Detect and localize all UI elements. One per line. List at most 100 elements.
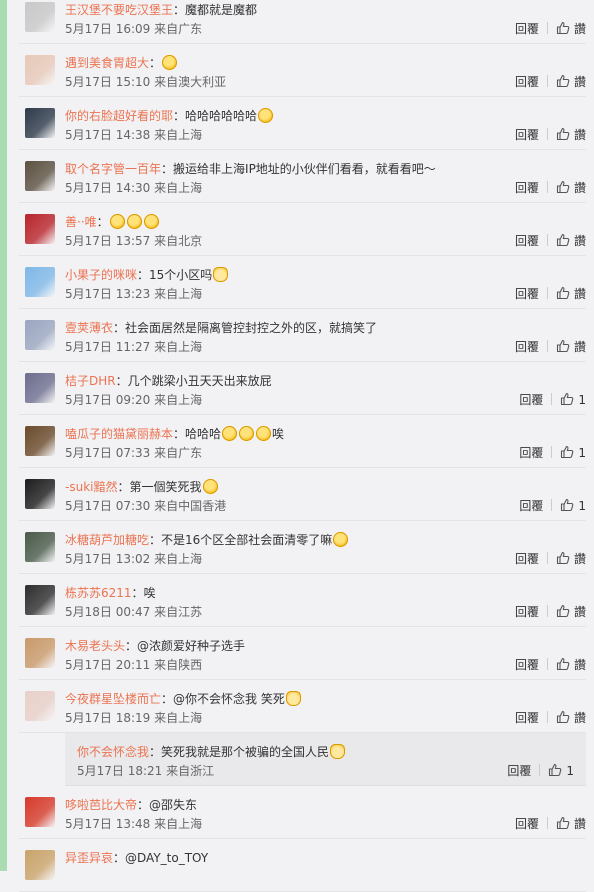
username-link[interactable]: 取个名字管一百年 [65, 162, 161, 176]
thumbs-up-icon [556, 286, 570, 300]
reply-button[interactable]: 回覆 [519, 445, 543, 461]
like-button[interactable]: 讚 [556, 604, 586, 619]
thumbs-up-icon [561, 392, 574, 406]
avatar[interactable] [25, 850, 55, 880]
username-link[interactable]: 嗑瓜子的猫黛丽赫本 [65, 427, 173, 441]
username-link[interactable]: -suki黯然 [65, 480, 117, 494]
like-button[interactable]: 讚 [556, 180, 586, 195]
avatar[interactable] [25, 161, 55, 191]
avatar[interactable] [25, 585, 55, 615]
like-button[interactable]: 讚 [556, 816, 586, 831]
comment-location: 来自上海 [154, 287, 203, 301]
comment-location: 来自上海 [154, 393, 203, 407]
reply-button[interactable]: 回覆 [515, 21, 539, 37]
comment-location: 来自上海 [154, 817, 203, 831]
comment-actions: 回覆 讚 [515, 74, 586, 90]
reply-button[interactable]: 回覆 [515, 604, 539, 620]
comment-date: 5月17日 14:38 [65, 128, 151, 142]
comment-date: 5月17日 13:57 [65, 234, 151, 248]
avatar[interactable] [25, 479, 55, 509]
action-divider [546, 605, 548, 617]
username-link[interactable]: 你的右脸超好看的耶 [65, 109, 173, 123]
reply-button[interactable]: 回覆 [515, 710, 539, 726]
username-link[interactable]: 壹荚薄衣 [65, 321, 113, 335]
username-link[interactable]: 异歪异哀 [65, 851, 113, 865]
avatar[interactable] [25, 638, 55, 668]
colon-separator: ： [149, 533, 162, 547]
comment-text: @DAY_to_TOY [125, 851, 209, 865]
avatar[interactable] [25, 373, 55, 403]
avatar[interactable] [25, 691, 55, 721]
comment-item: 哆啦芭比大帝：@邵失东 5月17日 13:48 来自上海 回覆 讚 [19, 786, 586, 839]
reply-button[interactable]: 回覆 [515, 657, 539, 673]
action-divider [546, 658, 548, 670]
comment-actions: 回覆 讚 [515, 604, 586, 620]
reply-button[interactable]: 回覆 [515, 180, 539, 196]
reply-button[interactable]: 回覆 [515, 286, 539, 302]
reply-button[interactable]: 回覆 [515, 74, 539, 90]
avatar[interactable] [25, 2, 55, 32]
comment-date: 5月17日 20:11 [65, 658, 151, 672]
comment-text: 不是16个区全部社会面清零了嘛 [161, 533, 333, 547]
action-divider [551, 393, 553, 405]
comment-body: 异歪异哀：@DAY_to_TOY [65, 850, 208, 866]
thumbs-up-icon [556, 74, 570, 88]
like-button[interactable]: 讚 [556, 286, 586, 301]
avatar[interactable] [25, 214, 55, 244]
like-button[interactable]: 讚 [556, 657, 586, 672]
like-button[interactable]: 1 [560, 445, 586, 460]
thumbs-up-icon [561, 498, 574, 512]
comment-location: 来自北京 [154, 234, 203, 248]
reply-button[interactable]: 回覆 [515, 233, 539, 249]
reply-button[interactable]: 回覆 [515, 127, 539, 143]
comment-date: 5月17日 18:19 [65, 711, 151, 725]
like-button[interactable]: 讚 [556, 233, 586, 248]
thumbs-up-icon [556, 127, 570, 141]
username-link[interactable]: 哆啦芭比大帝 [65, 798, 137, 812]
reply-button[interactable]: 回覆 [507, 763, 531, 779]
like-button[interactable]: 1 [560, 498, 586, 513]
comment-item: -suki黯然：第一個笑死我 5月17日 07:30 来自中国香港 回覆 1 [19, 468, 586, 521]
like-button[interactable]: 1 [548, 763, 574, 778]
reply-button[interactable]: 回覆 [519, 392, 543, 408]
like-button[interactable]: 讚 [556, 339, 586, 354]
like-button[interactable]: 讚 [556, 127, 586, 142]
reply-button[interactable]: 回覆 [515, 816, 539, 832]
comment-body: 遇到美食胃超大： [65, 55, 178, 71]
like-button[interactable]: 讚 [556, 21, 586, 36]
comment-location: 来自广东 [154, 22, 203, 36]
like-button[interactable]: 讚 [556, 74, 586, 89]
grin-emoji-icon [126, 214, 142, 229]
username-link[interactable]: 桔子DHR [65, 374, 116, 388]
username-link[interactable]: 小果子的咪咪 [65, 268, 137, 282]
reply-button[interactable]: 回覆 [515, 551, 539, 567]
action-divider [546, 552, 548, 564]
username-link[interactable]: 栋苏苏6211 [65, 586, 132, 600]
comment-actions: 回覆 讚 [515, 233, 586, 249]
username-link[interactable]: 木易老头头 [65, 639, 125, 653]
avatar[interactable] [25, 426, 55, 456]
avatar[interactable] [25, 267, 55, 297]
avatar[interactable] [25, 320, 55, 350]
avatar[interactable] [25, 797, 55, 827]
avatar[interactable] [25, 108, 55, 138]
like-button[interactable]: 讚 [556, 551, 586, 566]
username-link[interactable]: 王汉堡不要吃汉堡王 [65, 3, 173, 17]
comment-item: 嗑瓜子的猫黛丽赫本：哈哈哈 唉 5月17日 07:33 来自广东 回覆 1 [19, 415, 586, 468]
cat-emoji-icon [285, 691, 301, 706]
like-count: 讚 [573, 181, 586, 195]
like-button[interactable]: 讚 [556, 710, 586, 725]
username-link[interactable]: 冰糖葫芦加糖吃 [65, 533, 149, 547]
username-link[interactable]: 你不会怀念我 [77, 745, 149, 759]
avatar[interactable] [25, 532, 55, 562]
avatar[interactable] [25, 55, 55, 85]
username-link[interactable]: 遇到美食胃超大 [65, 56, 149, 70]
like-button[interactable]: 1 [560, 392, 586, 407]
like-count: 讚 [573, 287, 586, 301]
comment-text-tail: 唉 [272, 427, 285, 441]
comment-location: 来自上海 [154, 181, 203, 195]
username-link[interactable]: 善··唯 [65, 215, 97, 229]
username-link[interactable]: 今夜群星坠楼而亡 [65, 692, 161, 706]
reply-button[interactable]: 回覆 [515, 339, 539, 355]
reply-button[interactable]: 回覆 [519, 498, 543, 514]
